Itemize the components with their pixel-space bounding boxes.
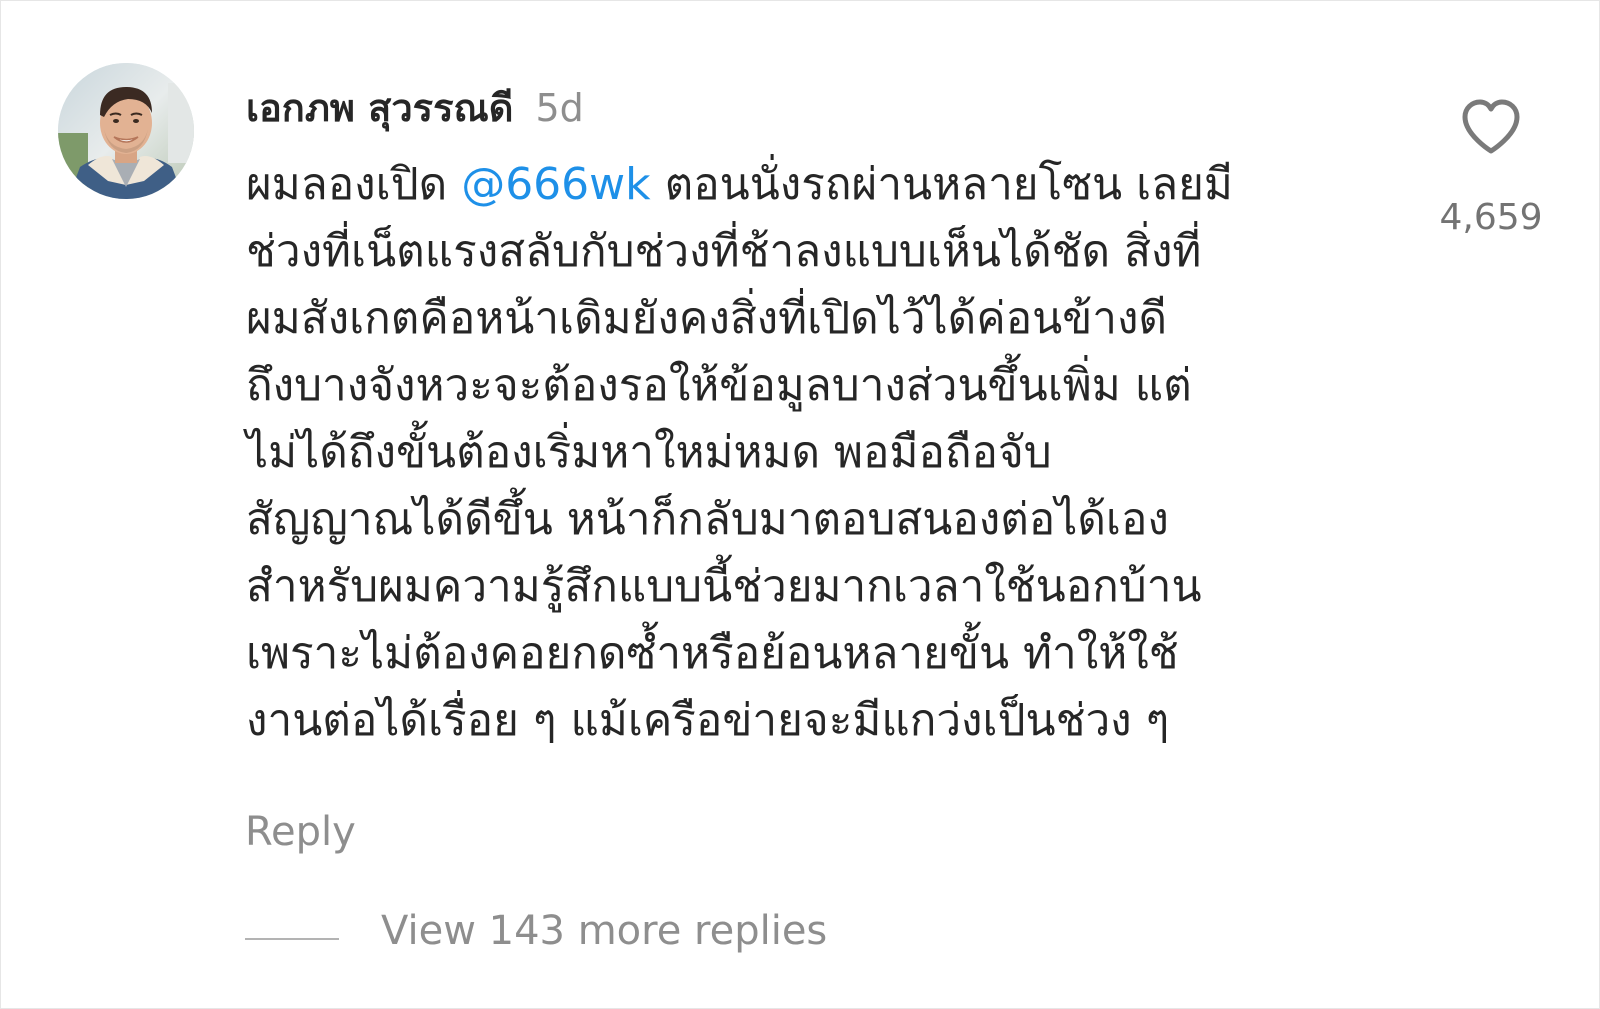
timestamp: 5d [535, 86, 584, 130]
avatar-photo [58, 63, 194, 199]
comment-header: เอกภพ สุวรรณดี 5d [246, 77, 584, 133]
username[interactable]: เอกภพ สุวรรณดี [246, 77, 513, 138]
comment-text: ผมลองเปิด @666wk ตอนนั่งรถผ่านหลายโซน เล… [246, 151, 1381, 754]
comment-line: ผมสังเกตคือหน้าเดิมยังคงสิ่งที่เปิดไว้ได… [246, 293, 1168, 344]
avatar[interactable] [58, 63, 194, 199]
comment-line: สัญญาณได้ดีขึ้น หน้าก็กลับมาตอบสนองต่อได… [246, 494, 1169, 545]
mention-link[interactable]: @666wk [461, 159, 650, 210]
reply-button[interactable]: Reply [245, 809, 356, 855]
comment-line: ไม่ได้ถึงขั้นต้องเริ่มหาใหม่หมด พอมือถือ… [246, 427, 1052, 478]
comment-line: ช่วงที่เน็ตแรงสลับกับช่วงที่ช้าลงแบบเห็น… [246, 226, 1202, 277]
comment-line-text: ผมลองเปิด [246, 159, 462, 210]
comment-line: ถึงบางจังหวะจะต้องรอให้ข้อมูลบางส่วนขึ้น… [246, 360, 1192, 411]
comment-line: สำหรับผมความรู้สึกแบบนี้ช่วยมากเวลาใช้นอ… [246, 561, 1202, 612]
like-count: 4,659 [1439, 197, 1543, 238]
view-more-replies-button[interactable]: View 143 more replies [381, 908, 827, 954]
comment-line-text: ตอนนั่งรถผ่านหลายโซน เลยมี [650, 159, 1233, 210]
like-button[interactable] [1459, 97, 1523, 157]
replies-divider [245, 938, 339, 940]
comment-line: งานต่อได้เรื่อย ๆ แม้เครือข่ายจะมีแกว่งเ… [246, 695, 1170, 746]
comment-container: เอกภพ สุวรรณดี 5d ผมลองเปิด @666wk ตอนนั… [0, 0, 1600, 1009]
heart-outline-icon [1462, 99, 1520, 154]
comment-line: ผมลองเปิด @666wk ตอนนั่งรถผ่านหลายโซน เล… [246, 151, 1381, 218]
comment-line: เพราะไม่ต้องคอยกดซ้ำหรือย้อนหลายขั้น ทำใ… [246, 628, 1179, 679]
